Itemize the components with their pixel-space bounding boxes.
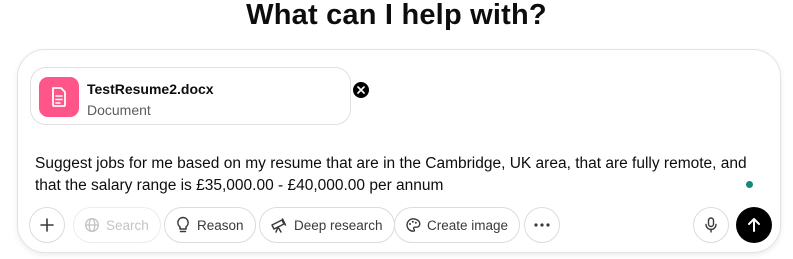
plus-icon: [39, 217, 55, 233]
deep-research-button-label: Deep research: [294, 217, 383, 233]
close-icon: [357, 86, 365, 94]
search-button-label: Search: [106, 217, 149, 233]
composer: TestResume2.docx Document Suggest jobs f…: [17, 49, 781, 253]
create-image-button[interactable]: Create image: [394, 207, 521, 243]
chat-home: What can I help with? TestResume2.docx D…: [0, 0, 793, 259]
more-horizontal-icon: [534, 223, 550, 227]
document-icon: [39, 77, 79, 117]
microphone-icon: [704, 217, 718, 233]
remove-attachment-button[interactable]: [352, 81, 370, 99]
deep-research-button[interactable]: Deep research: [259, 207, 395, 243]
create-image-button-label: Create image: [427, 217, 509, 233]
attachment-file-type: Document: [87, 102, 151, 118]
palette-icon: [405, 217, 421, 233]
reason-button[interactable]: Reason: [164, 207, 256, 243]
attachment-card[interactable]: TestResume2.docx Document: [30, 67, 370, 125]
telescope-icon: [270, 217, 288, 233]
page-title: What can I help with?: [246, 0, 547, 31]
globe-icon: [84, 217, 100, 233]
more-button[interactable]: [524, 207, 560, 243]
attachment-file-name: TestResume2.docx: [87, 81, 214, 97]
prompt-input[interactable]: Suggest jobs for me based on my resume t…: [35, 153, 755, 197]
lightbulb-icon: [175, 216, 191, 234]
send-button[interactable]: [736, 207, 772, 243]
voice-input-button[interactable]: [693, 207, 729, 243]
arrow-up-icon: [746, 217, 762, 233]
status-dot: [746, 181, 753, 188]
reason-button-label: Reason: [197, 217, 244, 233]
search-button[interactable]: Search: [73, 207, 161, 243]
add-button[interactable]: [29, 207, 65, 243]
